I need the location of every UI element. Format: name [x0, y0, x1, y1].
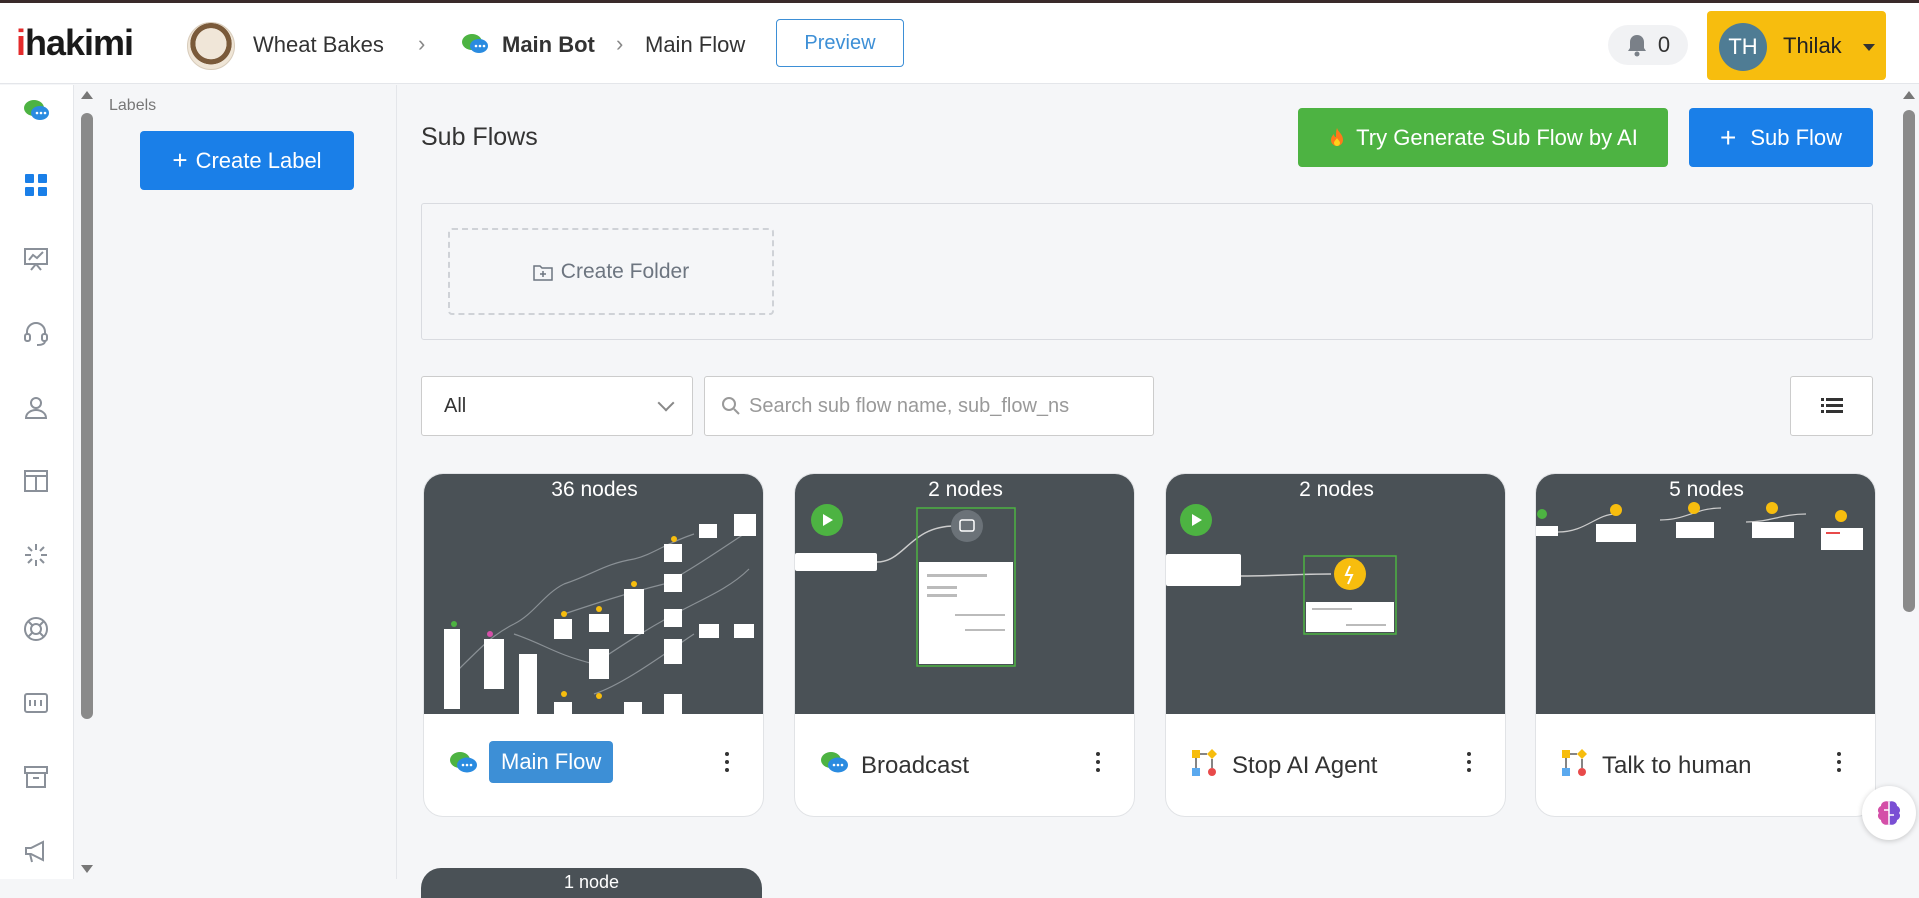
scrollbar-thumb[interactable] — [81, 113, 93, 719]
flow-diagram-thumbnail — [444, 514, 756, 714]
breadcrumb-flow: Main Flow — [645, 32, 746, 57]
subflow-name[interactable]: Broadcast — [861, 752, 969, 780]
breadcrumb-separator-icon: › — [616, 31, 624, 56]
labels-panel: Labels + Create Label — [97, 85, 397, 879]
node-count: 2 nodes — [1299, 478, 1374, 501]
node-count: 36 nodes — [551, 478, 638, 501]
subflow-card[interactable]: 5 nodes Talk to human — [1535, 473, 1876, 817]
folder-add-icon — [533, 264, 553, 281]
notification-button[interactable]: 0 — [1608, 25, 1688, 65]
dashboard-icon[interactable] — [22, 171, 50, 199]
caret-down-icon — [1863, 44, 1875, 51]
scroll-down-icon[interactable] — [81, 865, 93, 873]
subflow-name[interactable]: Stop AI Agent — [1232, 752, 1377, 780]
node-count: 2 nodes — [928, 478, 1003, 501]
page-title: Sub Flows — [421, 123, 538, 151]
subflow-name[interactable]: Talk to human — [1602, 752, 1751, 780]
node-count: 5 nodes — [1669, 478, 1744, 501]
user-menu-button[interactable]: TH Thilak — [1707, 11, 1886, 80]
bell-icon — [1627, 35, 1646, 57]
more-options-icon[interactable] — [1837, 752, 1841, 772]
chat-icon — [821, 752, 848, 773]
more-options-icon[interactable] — [1467, 752, 1471, 772]
analytics-icon[interactable] — [22, 245, 50, 273]
card-footer: Broadcast — [795, 714, 1134, 816]
create-label-button[interactable]: + Create Label — [140, 131, 354, 190]
layout-icon[interactable] — [22, 467, 50, 495]
search-icon — [722, 397, 740, 415]
user-name: Thilak — [1783, 33, 1842, 58]
plus-icon: + — [172, 145, 188, 175]
flow-preview[interactable]: 5 nodes — [1536, 474, 1875, 714]
subflow-card[interactable]: 1 node — [421, 868, 762, 898]
subflow-card[interactable]: 2 nodes Stop AI Agent — [1165, 473, 1506, 817]
scroll-up-icon[interactable] — [81, 91, 93, 99]
list-icon — [1820, 398, 1843, 413]
preview-button[interactable]: Preview — [776, 19, 904, 67]
breadcrumb-bot[interactable]: Main Bot — [502, 32, 595, 58]
chevron-down-icon — [657, 394, 675, 412]
flow-icon — [1192, 749, 1217, 776]
notification-count: 0 — [1657, 32, 1671, 57]
search-input[interactable] — [749, 377, 1149, 435]
page-scrollbar[interactable] — [1899, 85, 1919, 879]
headset-icon[interactable] — [22, 319, 50, 347]
create-folder-button[interactable]: Create Folder — [448, 228, 774, 315]
generate-ai-subflow-button[interactable]: Try Generate Sub Flow by AI — [1298, 108, 1668, 167]
sparkle-icon[interactable] — [22, 541, 50, 569]
flow-preview[interactable]: 2 nodes — [1166, 474, 1505, 714]
flow-diagram-thumbnail — [795, 504, 1016, 667]
chat-icon — [450, 752, 477, 773]
brain-icon — [1877, 801, 1901, 825]
user-icon[interactable] — [22, 393, 50, 421]
subflow-name[interactable]: Main Flow — [489, 741, 614, 783]
node-count: 1 node — [563, 872, 620, 892]
app-logo[interactable]: ihakimi — [16, 22, 134, 64]
rail-scrollbar[interactable] — [77, 85, 97, 879]
subflow-card[interactable]: 2 nodes Broadcast — [794, 473, 1135, 817]
top-header: ihakimi Wheat Bakes › Main Bot › Main Fl… — [0, 3, 1919, 84]
lifebuoy-icon[interactable] — [22, 615, 50, 643]
fire-icon — [1331, 127, 1344, 146]
left-nav-rail — [0, 85, 74, 879]
add-subflow-button[interactable]: + Sub Flow — [1689, 108, 1873, 167]
flow-diagram-thumbnail — [1166, 504, 1397, 635]
brand-avatar[interactable] — [187, 22, 235, 70]
filter-select[interactable]: All — [421, 376, 693, 436]
chat-icon — [462, 34, 488, 53]
megaphone-icon[interactable] — [22, 837, 50, 865]
archive-icon[interactable] — [22, 763, 50, 791]
ai-assistant-button[interactable] — [1862, 786, 1916, 840]
id-card-icon[interactable] — [22, 689, 50, 717]
flow-diagram-thumbnail — [1536, 502, 1863, 550]
avatar: TH — [1719, 23, 1767, 71]
folder-area: Create Folder — [421, 203, 1873, 340]
breadcrumb-separator-icon: › — [418, 31, 426, 56]
subflow-card[interactable]: 36 nodes Main Flow — [423, 473, 764, 817]
card-footer: Main Flow — [424, 714, 763, 816]
labels-heading: Labels — [109, 97, 157, 114]
card-footer: Stop AI Agent — [1166, 714, 1505, 816]
card-footer: Talk to human — [1536, 714, 1875, 816]
search-box[interactable] — [704, 376, 1154, 436]
scrollbar-thumb[interactable] — [1903, 110, 1915, 612]
scroll-up-icon[interactable] — [1903, 91, 1915, 99]
more-options-icon[interactable] — [1096, 752, 1100, 772]
flow-preview[interactable]: 2 nodes — [795, 474, 1134, 714]
flow-icon — [1562, 749, 1587, 776]
plus-icon: + — [1719, 121, 1737, 153]
breadcrumb-brand[interactable]: Wheat Bakes — [253, 32, 384, 58]
chat-icon[interactable] — [22, 97, 50, 125]
flow-preview[interactable]: 36 nodes — [424, 474, 763, 714]
more-options-icon[interactable] — [725, 752, 729, 772]
list-view-button[interactable] — [1790, 376, 1873, 436]
